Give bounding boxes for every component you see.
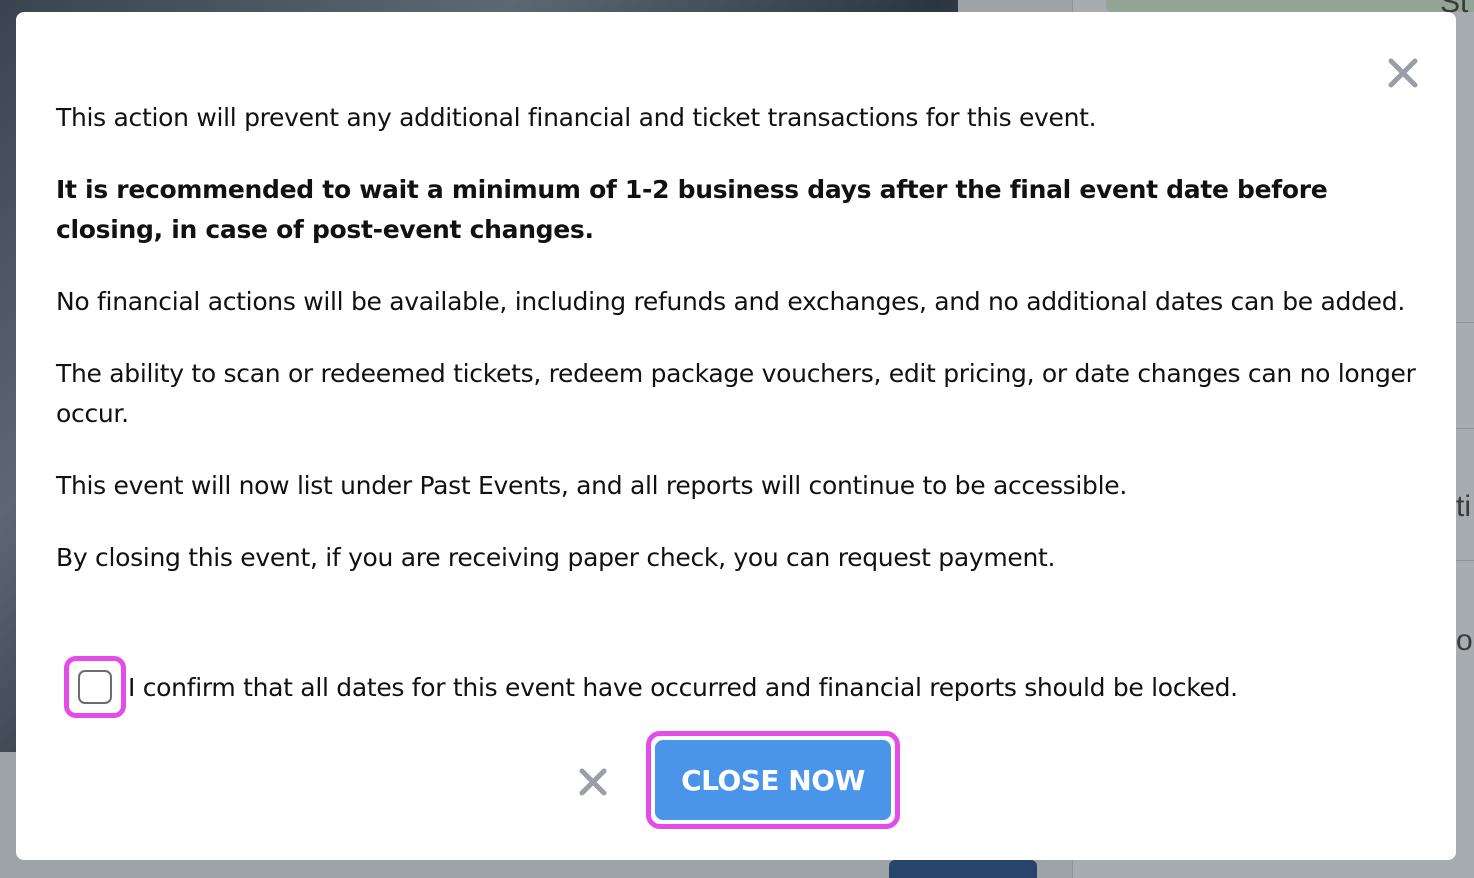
background-button — [889, 860, 1037, 878]
confirm-label[interactable]: I confirm that all dates for this event … — [128, 673, 1238, 702]
background-divider — [1456, 428, 1474, 429]
cancel-icon[interactable] — [576, 765, 610, 799]
financial-actions-paragraph: No financial actions will be available, … — [56, 287, 1405, 316]
close-icon[interactable] — [1384, 54, 1422, 92]
background-text: o — [1456, 624, 1473, 657]
confirm-checkbox[interactable] — [78, 670, 112, 704]
close-now-button-highlight: CLOSE NOW — [646, 731, 900, 829]
confirm-checkbox-highlight[interactable] — [64, 656, 126, 718]
close-now-button[interactable]: CLOSE NOW — [655, 740, 891, 820]
background-text: ti — [1456, 490, 1471, 523]
recommendation-paragraph: It is recommended to wait a minimum of 1… — [56, 175, 1328, 244]
warning-paragraph: This action will prevent any additional … — [56, 103, 1097, 132]
scanning-paragraph: The ability to scan or redeemed tickets,… — [56, 359, 1416, 428]
confirm-row: I confirm that all dates for this event … — [64, 656, 1444, 718]
modal-body: This action will prevent any additional … — [56, 98, 1426, 610]
background-divider — [1456, 560, 1474, 561]
modal-actions: CLOSE NOW — [576, 730, 900, 830]
payment-paragraph: By closing this event, if you are receiv… — [56, 543, 1056, 572]
background-banner — [1106, 0, 1474, 12]
close-event-modal: This action will prevent any additional … — [16, 12, 1456, 860]
background-divider — [1456, 322, 1474, 323]
past-events-paragraph: This event will now list under Past Even… — [56, 471, 1127, 500]
